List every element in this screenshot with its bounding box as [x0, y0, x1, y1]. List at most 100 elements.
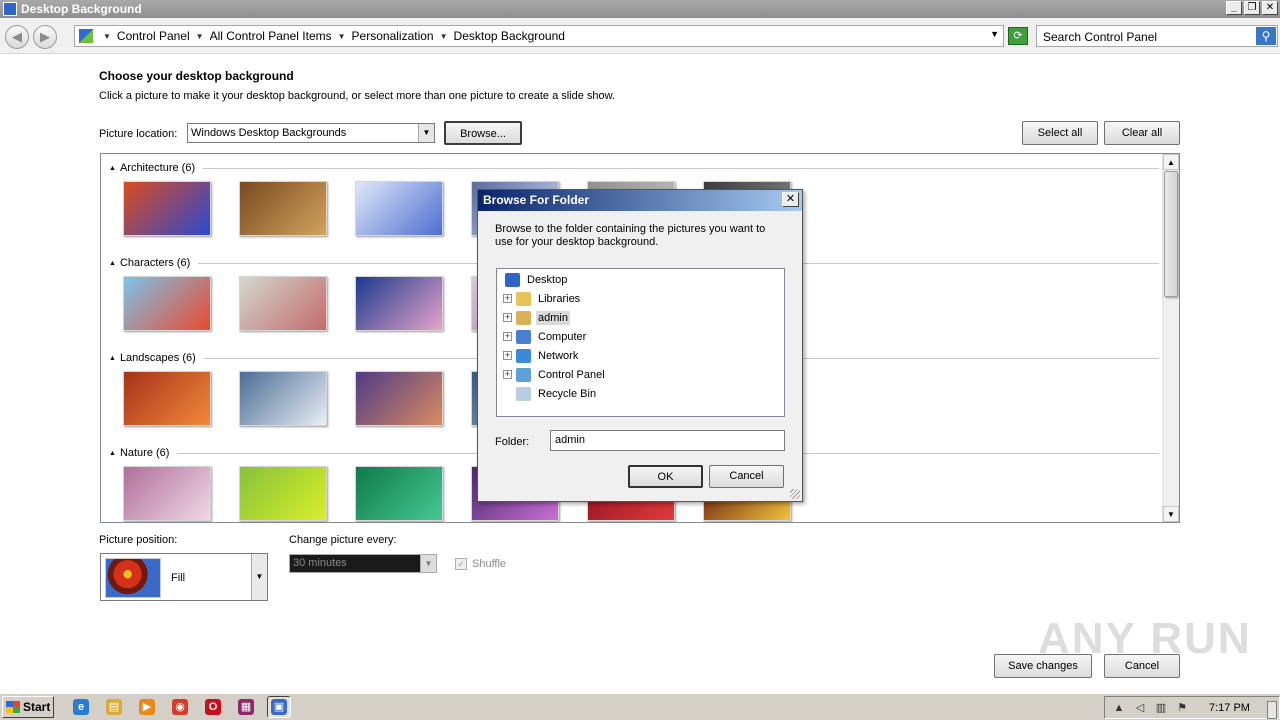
dialog-close-button[interactable]: ✕	[782, 192, 799, 207]
window-title: Desktop Background	[21, 2, 142, 16]
browse-button[interactable]: Browse...	[444, 121, 522, 145]
start-label: Start	[23, 700, 51, 714]
windows-logo-icon	[6, 701, 20, 713]
network-tray-icon[interactable]: ▥	[1154, 701, 1168, 715]
resize-grip-icon[interactable]	[790, 489, 800, 499]
ok-button[interactable]: OK	[628, 465, 703, 488]
group-header[interactable]: ▲ Architecture (6)	[109, 162, 1159, 174]
refresh-button[interactable]: ⟳	[1008, 27, 1028, 45]
tree-item-desktop[interactable]: Desktop	[505, 270, 569, 289]
dialog-title-bar: Browse For Folder ✕	[478, 190, 802, 211]
collapse-icon[interactable]: ▲	[109, 260, 116, 267]
wallpaper-thumbnail[interactable]	[239, 466, 327, 521]
shuffle-label: Shuffle	[472, 558, 507, 570]
folder-tree[interactable]: Desktop + Libraries + admin + Computer + Network…	[496, 268, 785, 417]
forward-button[interactable]: ▶	[33, 25, 57, 49]
maximize-button[interactable]: ❐	[1244, 1, 1260, 15]
checkbox-icon[interactable]: ✓	[455, 558, 467, 570]
breadcrumb-separator-icon[interactable]: ▼	[196, 32, 204, 41]
collapse-icon[interactable]: ▲	[109, 355, 116, 362]
explorer-icon[interactable]: ▤	[102, 696, 126, 718]
change-interval-select[interactable]: 30 minutes ▼	[289, 554, 437, 573]
breadcrumb-separator-icon[interactable]: ▼	[338, 32, 346, 41]
address-dropdown-icon[interactable]: ▼	[990, 29, 999, 39]
tree-item-computer[interactable]: + Computer	[503, 327, 588, 346]
tree-item-libraries[interactable]: + Libraries	[503, 289, 582, 308]
chrome-icon[interactable]: ◉	[168, 696, 192, 718]
winrar-icon[interactable]: ▦	[234, 696, 258, 718]
address-bar[interactable]: ▼ Control Panel ▼ All Control Panel Item…	[74, 25, 1004, 47]
folder-input[interactable]: admin	[550, 430, 785, 451]
chevron-down-icon[interactable]: ▼	[418, 124, 434, 142]
start-button[interactable]: Start	[2, 696, 54, 718]
network-icon	[516, 348, 531, 363]
chevron-down-icon[interactable]: ▼	[420, 555, 436, 572]
chevron-down-icon[interactable]: ▼	[251, 554, 267, 600]
gallery-scrollbar[interactable]: ▲ ▼	[1162, 154, 1179, 522]
save-changes-button[interactable]: Save changes	[994, 654, 1092, 678]
breadcrumb-desktop-background[interactable]: Desktop Background	[454, 29, 565, 43]
change-picture-label: Change picture every:	[289, 534, 397, 546]
wallpaper-thumbnail[interactable]	[239, 371, 327, 426]
wallpaper-thumbnail[interactable]	[355, 181, 443, 236]
tree-item-control-panel[interactable]: + Control Panel	[503, 365, 607, 384]
tree-item-label: Libraries	[538, 292, 581, 305]
dialog-instructions: Browse to the folder containing the pict…	[495, 223, 766, 248]
show-hidden-icons-icon[interactable]: ▲	[1112, 701, 1126, 715]
control-panel-icon	[79, 29, 93, 43]
scroll-down-icon[interactable]: ▼	[1163, 506, 1179, 522]
control-panel-icon	[516, 367, 531, 382]
group-label: Nature (6)	[119, 447, 170, 459]
dialog-cancel-button[interactable]: Cancel	[709, 465, 784, 488]
group-label: Architecture (6)	[119, 162, 196, 174]
minimize-button[interactable]: _	[1226, 1, 1242, 15]
clear-all-button[interactable]: Clear all	[1104, 121, 1180, 145]
scroll-up-icon[interactable]: ▲	[1163, 154, 1179, 170]
cancel-button[interactable]: Cancel	[1104, 654, 1180, 678]
tree-item-admin[interactable]: + admin	[503, 308, 570, 327]
close-window-button[interactable]: ✕	[1262, 1, 1278, 15]
expand-icon[interactable]: +	[503, 370, 512, 379]
wallpaper-thumbnail[interactable]	[123, 371, 211, 426]
collapse-icon[interactable]: ▲	[109, 450, 116, 457]
breadcrumb-control-panel[interactable]: Control Panel	[117, 29, 190, 43]
volume-icon[interactable]: ◁	[1133, 701, 1147, 715]
wallpaper-thumbnail[interactable]	[355, 466, 443, 521]
scrollbar-thumb[interactable]	[1164, 171, 1178, 297]
clock[interactable]: 7:17 PM	[1209, 702, 1250, 714]
control-panel-task-icon[interactable]: ▣	[267, 696, 291, 718]
show-desktop-button[interactable]	[1267, 701, 1277, 719]
media-player-icon[interactable]: ▶	[135, 696, 159, 718]
breadcrumb-personalization[interactable]: Personalization	[352, 29, 434, 43]
wallpaper-thumbnail[interactable]	[123, 276, 211, 331]
select-all-button[interactable]: Select all	[1022, 121, 1098, 145]
tree-item-label: Control Panel	[538, 368, 605, 381]
title-bar: Desktop Background _ ❐ ✕	[0, 0, 1280, 18]
search-input[interactable]: Search Control Panel ⚲	[1036, 25, 1278, 47]
tree-item-recycle-bin[interactable]: Recycle Bin	[503, 384, 598, 403]
wallpaper-thumbnail[interactable]	[123, 466, 211, 521]
ie-icon[interactable]: e	[69, 696, 93, 718]
wallpaper-thumbnail[interactable]	[239, 276, 327, 331]
picture-location-select[interactable]: Windows Desktop Backgrounds ▼	[187, 123, 435, 143]
wallpaper-thumbnail[interactable]	[123, 181, 211, 236]
expand-icon[interactable]: +	[503, 351, 512, 360]
expand-icon[interactable]: +	[503, 313, 512, 322]
breadcrumb-separator-icon[interactable]: ▼	[103, 32, 111, 41]
tree-item-network[interactable]: + Network	[503, 346, 580, 365]
breadcrumb-all-items[interactable]: All Control Panel Items	[210, 29, 332, 43]
wallpaper-thumbnail[interactable]	[355, 276, 443, 331]
picture-position-label: Picture position:	[99, 534, 178, 546]
picture-position-select[interactable]: Fill ▼	[100, 553, 268, 601]
breadcrumb-separator-icon[interactable]: ▼	[440, 32, 448, 41]
action-center-flag-icon[interactable]: ⚑	[1175, 701, 1189, 715]
back-button[interactable]: ◀	[5, 25, 29, 49]
collapse-icon[interactable]: ▲	[109, 165, 116, 172]
search-icon[interactable]: ⚲	[1256, 27, 1276, 45]
wallpaper-thumbnail[interactable]	[355, 371, 443, 426]
expand-icon[interactable]: +	[503, 332, 512, 341]
opera-icon[interactable]: O	[201, 696, 225, 718]
shuffle-checkbox[interactable]: ✓ Shuffle	[455, 558, 506, 570]
expand-icon[interactable]: +	[503, 294, 512, 303]
wallpaper-thumbnail[interactable]	[239, 181, 327, 236]
